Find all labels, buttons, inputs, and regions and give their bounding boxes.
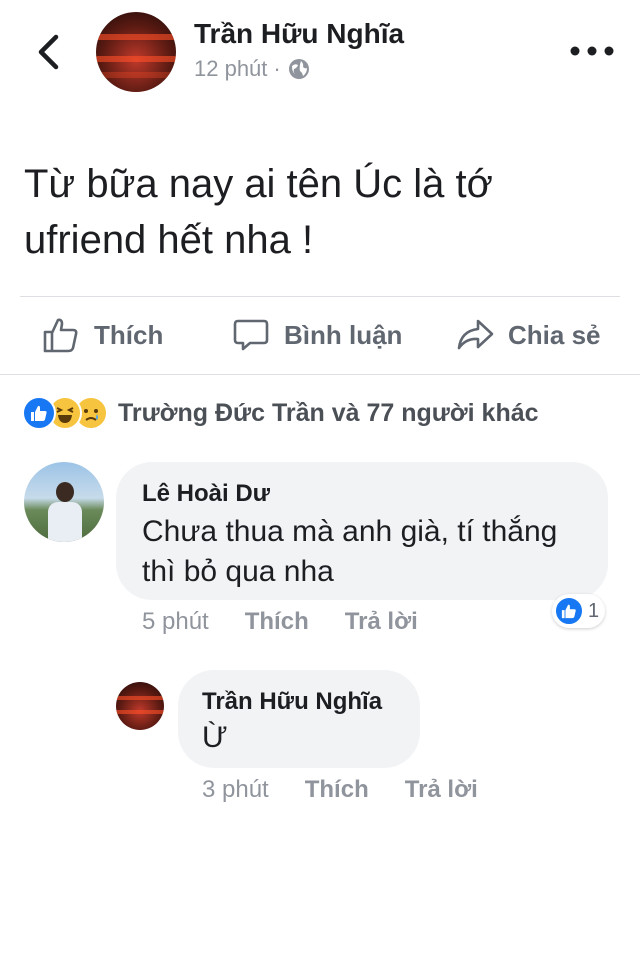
like-icon [554, 596, 584, 626]
like-icon [22, 396, 56, 430]
comment-button[interactable]: Bình luận [232, 316, 402, 354]
reply-like-button[interactable]: Thích [305, 776, 369, 804]
comment-timestamp: 5 phút [142, 608, 209, 635]
share-button[interactable]: Chia sẻ [456, 316, 601, 354]
comment-text: Chưa thua mà anh già, tí thắng thì bỏ qu… [142, 515, 558, 588]
like-count-value: 1 [588, 599, 600, 622]
comment-reaction-count[interactable]: 1 [552, 594, 606, 628]
back-button[interactable] [30, 30, 66, 74]
reactions-summary[interactable]: Trường Đức Trần và 77 người khác [22, 396, 539, 430]
comment-actions: 5 phút Thích Trả lời [142, 608, 418, 636]
reply-author-avatar[interactable] [116, 682, 164, 730]
comment-like-button[interactable]: Thích [245, 608, 309, 636]
comment-icon [233, 319, 269, 351]
post-header: Trần Hữu Nghĩa 12 phút · [0, 0, 640, 100]
reply-bubble: Trần Hữu Nghĩa Ừ [178, 670, 420, 768]
more-options-button[interactable] [566, 36, 618, 66]
reply-text: Ừ [202, 721, 228, 754]
reply-author[interactable]: Trần Hữu Nghĩa [202, 688, 382, 716]
author-avatar[interactable] [96, 12, 176, 92]
comment-reply-button[interactable]: Trả lời [345, 608, 418, 636]
share-label: Chia sẻ [508, 319, 601, 350]
comment-label: Bình luận [284, 319, 403, 350]
reply-actions: 3 phút Thích Trả lời [202, 776, 478, 804]
reactions-summary-text[interactable]: Trường Đức Trần và 77 người khác [118, 399, 539, 428]
divider [0, 374, 640, 375]
like-button[interactable]: Thích [42, 316, 163, 354]
more-icon [570, 46, 614, 56]
post-timestamp[interactable]: 12 phút [194, 56, 267, 82]
commenter-avatar[interactable] [24, 462, 104, 542]
post-meta: 12 phút · [194, 56, 311, 82]
like-label: Thích [94, 319, 164, 350]
divider [20, 296, 620, 297]
globe-icon [288, 59, 309, 79]
post-action-bar: Thích Bình luận Chia sẻ [0, 300, 640, 374]
post-author-name[interactable]: Trần Hữu Nghĩa [194, 18, 404, 50]
chevron-left-icon [38, 34, 59, 70]
share-icon [457, 319, 494, 350]
comment-bubble: Lê Hoài Dư Chưa thua mà anh già, tí thắn… [116, 462, 608, 600]
thumbs-up-icon [43, 318, 78, 353]
post-content: Từ bữa nay ai tên Úc là tớ ufriend hết n… [24, 162, 493, 262]
reply-reply-button[interactable]: Trả lời [405, 776, 478, 804]
meta-separator: · [273, 56, 281, 81]
comment-author[interactable]: Lê Hoài Dư [142, 480, 270, 508]
reply-timestamp: 3 phút [202, 776, 269, 803]
